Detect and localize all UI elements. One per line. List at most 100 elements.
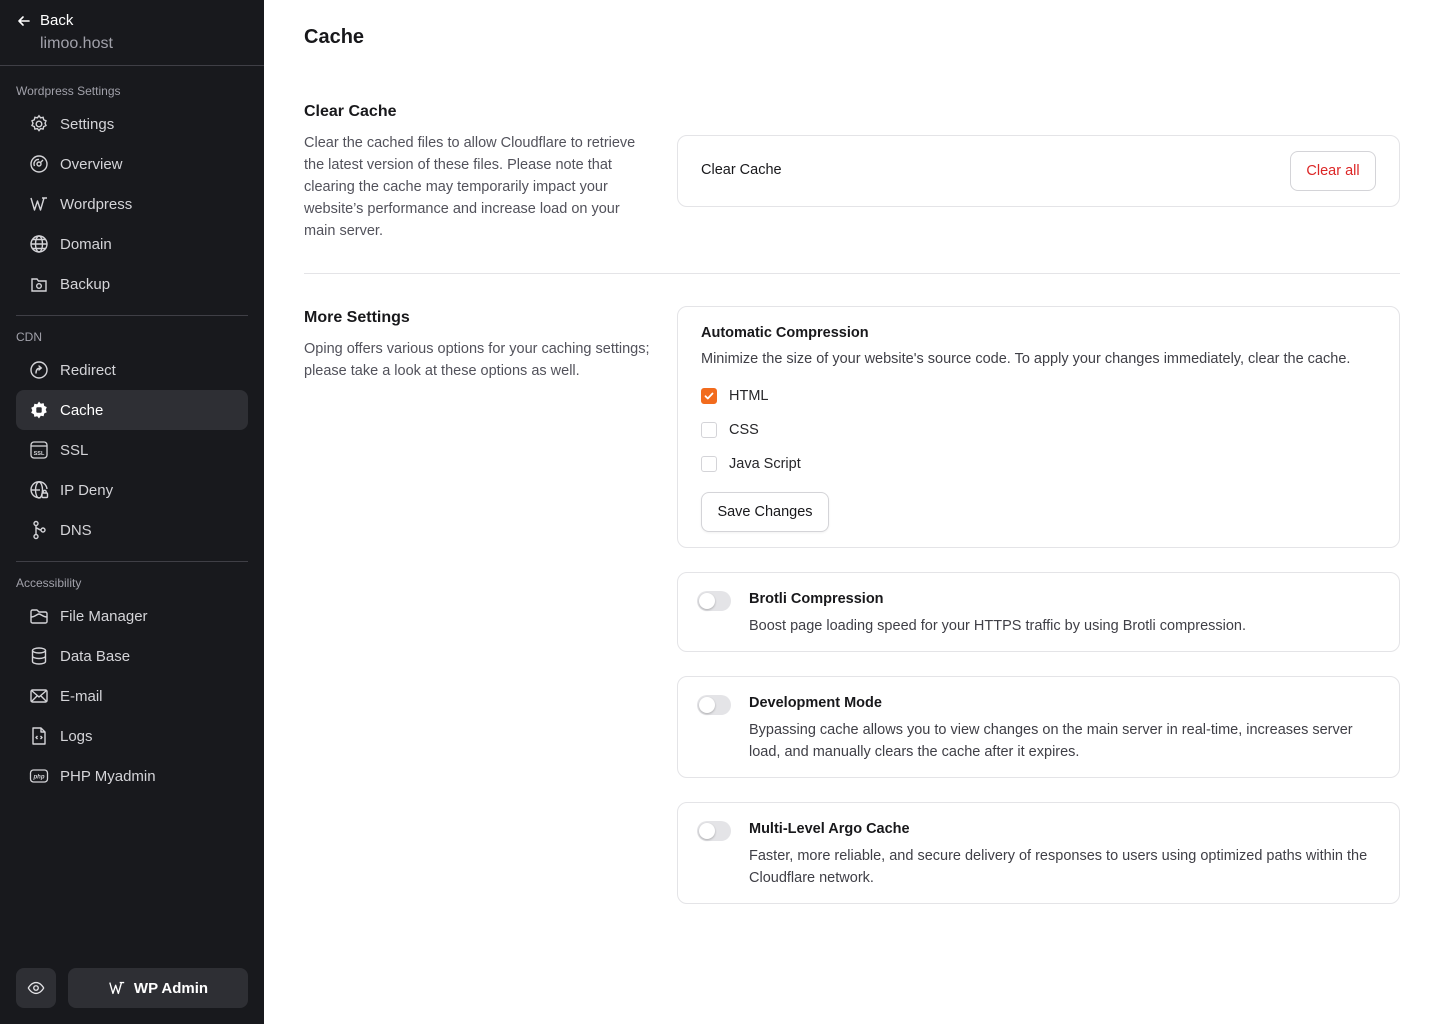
database-icon bbox=[28, 645, 50, 667]
checkbox-html[interactable]: HTML bbox=[701, 388, 768, 404]
checkbox-javascript[interactable]: Java Script bbox=[701, 456, 801, 472]
checkbox-checked[interactable] bbox=[701, 388, 717, 404]
sidebar-item-ssl[interactable]: SSL SSL bbox=[16, 430, 248, 470]
divider bbox=[0, 65, 264, 66]
more-settings-section-title: More Settings bbox=[304, 309, 410, 326]
back-label: Back bbox=[40, 12, 74, 29]
development-mode-toggle[interactable] bbox=[697, 695, 731, 715]
backup-icon bbox=[28, 273, 50, 295]
toggle-knob bbox=[699, 593, 715, 609]
arrow-left-icon bbox=[18, 15, 30, 26]
clear-all-button[interactable]: Clear all bbox=[1290, 151, 1376, 191]
section-label-cdn: CDN bbox=[16, 330, 42, 344]
sidebar-item-label: Cache bbox=[60, 401, 104, 419]
sidebar-item-overview[interactable]: Overview bbox=[16, 144, 248, 184]
sidebar-item-label: Overview bbox=[60, 155, 123, 173]
sidebar: Back limoo.host Wordpress Settings Setti… bbox=[0, 0, 264, 1024]
sidebar-item-file-manager[interactable]: File Manager bbox=[16, 596, 248, 636]
sidebar-item-label: Data Base bbox=[60, 647, 131, 665]
automatic-compression-card: Automatic Compression Minimize the size … bbox=[677, 306, 1400, 548]
toggle-knob bbox=[699, 697, 715, 713]
sidebar-item-logs[interactable]: Logs bbox=[16, 716, 248, 756]
sidebar-item-wordpress[interactable]: Wordpress bbox=[16, 184, 248, 224]
php-icon: php bbox=[28, 765, 50, 787]
redirect-icon bbox=[28, 359, 50, 381]
checkbox-label: Java Script bbox=[729, 456, 801, 472]
sidebar-item-label: Backup bbox=[60, 275, 111, 293]
section-label-wordpress-settings: Wordpress Settings bbox=[16, 84, 121, 98]
clear-cache-section-title: Clear Cache bbox=[304, 103, 397, 120]
brotli-toggle[interactable] bbox=[697, 591, 731, 611]
sidebar-item-redirect[interactable]: Redirect bbox=[16, 350, 248, 390]
preview-button[interactable] bbox=[16, 968, 56, 1008]
checkbox-label: HTML bbox=[729, 388, 769, 404]
sidebar-item-php-myadmin[interactable]: php PHP Myadmin bbox=[16, 756, 248, 796]
toggle-knob bbox=[699, 823, 715, 839]
folder-icon bbox=[28, 605, 50, 627]
sidebar-item-label: SSL bbox=[60, 441, 89, 459]
sidebar-item-label: PHP Myadmin bbox=[60, 767, 156, 785]
wp-admin-label: WP Admin bbox=[133, 979, 209, 997]
sidebar-item-label: Redirect bbox=[60, 361, 116, 379]
clear-cache-label: Clear Cache bbox=[701, 162, 782, 178]
mail-icon bbox=[28, 685, 50, 707]
development-mode-card: Development Mode Bypassing cache allows … bbox=[677, 676, 1400, 778]
sidebar-item-cache[interactable]: Cache bbox=[16, 390, 248, 430]
argo-cache-toggle[interactable] bbox=[697, 821, 731, 841]
sidebar-item-data-base[interactable]: Data Base bbox=[16, 636, 248, 676]
svg-text:SSL: SSL bbox=[34, 451, 45, 457]
save-changes-button[interactable]: Save Changes bbox=[701, 492, 829, 532]
divider bbox=[304, 273, 1400, 274]
card-title: Development Mode bbox=[749, 695, 882, 711]
cache-icon bbox=[28, 399, 50, 421]
wordpress-icon bbox=[109, 981, 125, 995]
sidebar-item-label: File Manager bbox=[60, 607, 148, 625]
wp-admin-button[interactable]: WP Admin bbox=[68, 968, 248, 1008]
section-label-accessibility: Accessibility bbox=[16, 576, 82, 590]
globe-lock-icon bbox=[28, 479, 50, 501]
divider bbox=[16, 561, 248, 562]
sidebar-item-label: Logs bbox=[60, 727, 93, 745]
card-title: Brotli Compression bbox=[749, 591, 884, 607]
ssl-icon: SSL bbox=[28, 439, 50, 461]
card-description: Faster, more reliable, and secure delive… bbox=[749, 848, 1368, 886]
dns-icon bbox=[28, 519, 50, 541]
globe-icon bbox=[28, 233, 50, 255]
card-title: Multi-Level Argo Cache bbox=[749, 821, 910, 837]
sidebar-item-ip-deny[interactable]: IP Deny bbox=[16, 470, 248, 510]
card-description: Minimize the size of your website's sour… bbox=[701, 351, 1351, 367]
clear-cache-card: Clear Cache Clear all bbox=[677, 135, 1400, 207]
checkbox-label: CSS bbox=[729, 422, 759, 438]
checkbox-css[interactable]: CSS bbox=[701, 422, 759, 438]
gauge-icon bbox=[28, 153, 50, 175]
sidebar-item-settings[interactable]: Settings bbox=[16, 104, 248, 144]
sidebar-item-label: IP Deny bbox=[60, 481, 114, 499]
site-name: limoo.host bbox=[40, 35, 113, 52]
page-title: Cache bbox=[304, 26, 365, 48]
sidebar-item-label: Domain bbox=[60, 235, 112, 253]
sidebar-item-dns[interactable]: DNS bbox=[16, 510, 248, 550]
sidebar-item-domain[interactable]: Domain bbox=[16, 224, 248, 264]
card-description: Bypassing cache allows you to view chang… bbox=[749, 722, 1353, 760]
sidebar-item-backup[interactable]: Backup bbox=[16, 264, 248, 304]
sidebar-item-label: Settings bbox=[60, 115, 115, 133]
logs-icon bbox=[28, 725, 50, 747]
sidebar-item-e-mail[interactable]: E-mail bbox=[16, 676, 248, 716]
checkmark-icon bbox=[704, 392, 714, 400]
sidebar-item-label: Wordpress bbox=[60, 195, 133, 213]
clear-cache-description: Clear the cached files to allow Cloudfla… bbox=[304, 135, 636, 239]
back-button[interactable]: Back bbox=[16, 12, 73, 29]
sidebar-item-label: DNS bbox=[60, 521, 92, 539]
eye-icon bbox=[27, 981, 45, 995]
brotli-compression-card: Brotli Compression Boost page loading sp… bbox=[677, 572, 1400, 652]
checkbox-unchecked[interactable] bbox=[701, 422, 717, 438]
svg-text:php: php bbox=[33, 775, 45, 781]
card-description: Boost page loading speed for your HTTPS … bbox=[749, 618, 1247, 634]
gear-icon bbox=[28, 113, 50, 135]
divider bbox=[16, 315, 248, 316]
argo-cache-card: Multi-Level Argo Cache Faster, more reli… bbox=[677, 802, 1400, 904]
wordpress-icon bbox=[28, 193, 50, 215]
more-settings-description: Oping offers various options for your ca… bbox=[304, 341, 650, 379]
sidebar-item-label: E-mail bbox=[60, 687, 103, 705]
checkbox-unchecked[interactable] bbox=[701, 456, 717, 472]
